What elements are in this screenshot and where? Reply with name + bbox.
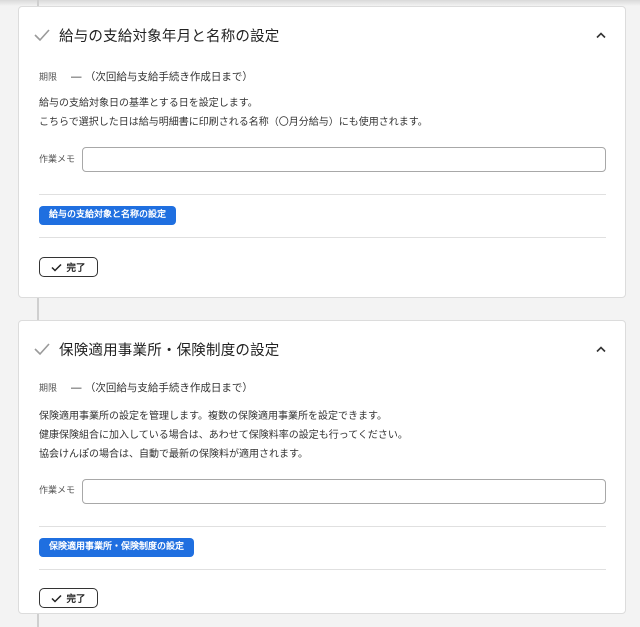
memo-input[interactable] — [82, 147, 606, 172]
deadline-row: 期限 ― （次回給与支給手続き作成日まで） — [39, 69, 253, 84]
description: 保険適用事業所の設定を管理します。複数の保険適用事業所を設定できます。 健康保険… — [39, 407, 408, 464]
done-button[interactable]: 完了 — [39, 257, 98, 277]
divider — [39, 569, 606, 570]
description-line: 保険適用事業所の設定を管理します。複数の保険適用事業所を設定できます。 — [39, 411, 387, 422]
check-icon — [34, 29, 50, 42]
memo-label: 作業メモ — [39, 155, 76, 165]
step-connector — [37, 614, 39, 627]
description: 給与の支給対象日の基準とする日を設定します。 こちらで選択した日は給与明細書に印… — [39, 94, 428, 132]
memo-input[interactable] — [82, 479, 606, 504]
card-title: 給与の支給対象年月と名称の設定 — [59, 29, 280, 45]
task-card-pay-period: 給与の支給対象年月と名称の設定 期限 ― （次回給与支給手続き作成日まで） 給与の… — [18, 6, 626, 298]
deadline-value: ― （次回給与支給手続き作成日まで） — [71, 71, 253, 83]
done-label: 完了 — [66, 594, 86, 605]
deadline-label: 期限 — [39, 384, 58, 394]
check-icon — [34, 343, 50, 356]
done-label: 完了 — [66, 263, 86, 274]
divider — [39, 237, 606, 238]
divider — [39, 194, 606, 195]
description-line: 健康保険組合に加入している場合は、あわせて保険料率の設定も行ってください。 — [39, 430, 408, 441]
chevron-up-icon[interactable] — [595, 31, 607, 39]
divider — [39, 526, 606, 527]
done-button[interactable]: 完了 — [39, 588, 98, 608]
task-card-insurance: 保険適用事業所・保険制度の設定 期限 ― （次回給与支給手続き作成日まで） 保険適… — [18, 320, 626, 614]
description-line: 協会けんぽの場合は、自動で最新の保険料が適用されます。 — [39, 449, 308, 460]
card-header[interactable]: 保険適用事業所・保険制度の設定 — [19, 321, 625, 377]
description-line: 給与の支給対象日の基準とする日を設定します。 — [39, 98, 258, 109]
chevron-up-icon[interactable] — [595, 345, 607, 353]
card-title: 保険適用事業所・保険制度の設定 — [59, 343, 280, 359]
deadline-value: ― （次回給与支給手続き作成日まで） — [71, 382, 253, 394]
step-connector — [37, 298, 39, 320]
insurance-settings-button[interactable]: 保険適用事業所・保険制度の設定 — [39, 538, 195, 557]
pay-period-settings-button[interactable]: 給与の支給対象と名称の設定 — [39, 206, 177, 225]
deadline-label: 期限 — [39, 73, 58, 83]
memo-label: 作業メモ — [39, 486, 76, 496]
card-header[interactable]: 給与の支給対象年月と名称の設定 — [19, 7, 625, 63]
check-icon — [51, 263, 63, 272]
deadline-row: 期限 ― （次回給与支給手続き作成日まで） — [39, 380, 253, 395]
check-icon — [51, 594, 63, 603]
description-line: こちらで選択した日は給与明細書に印刷される名称（〇月分給与）にも使用されます。 — [39, 117, 428, 128]
